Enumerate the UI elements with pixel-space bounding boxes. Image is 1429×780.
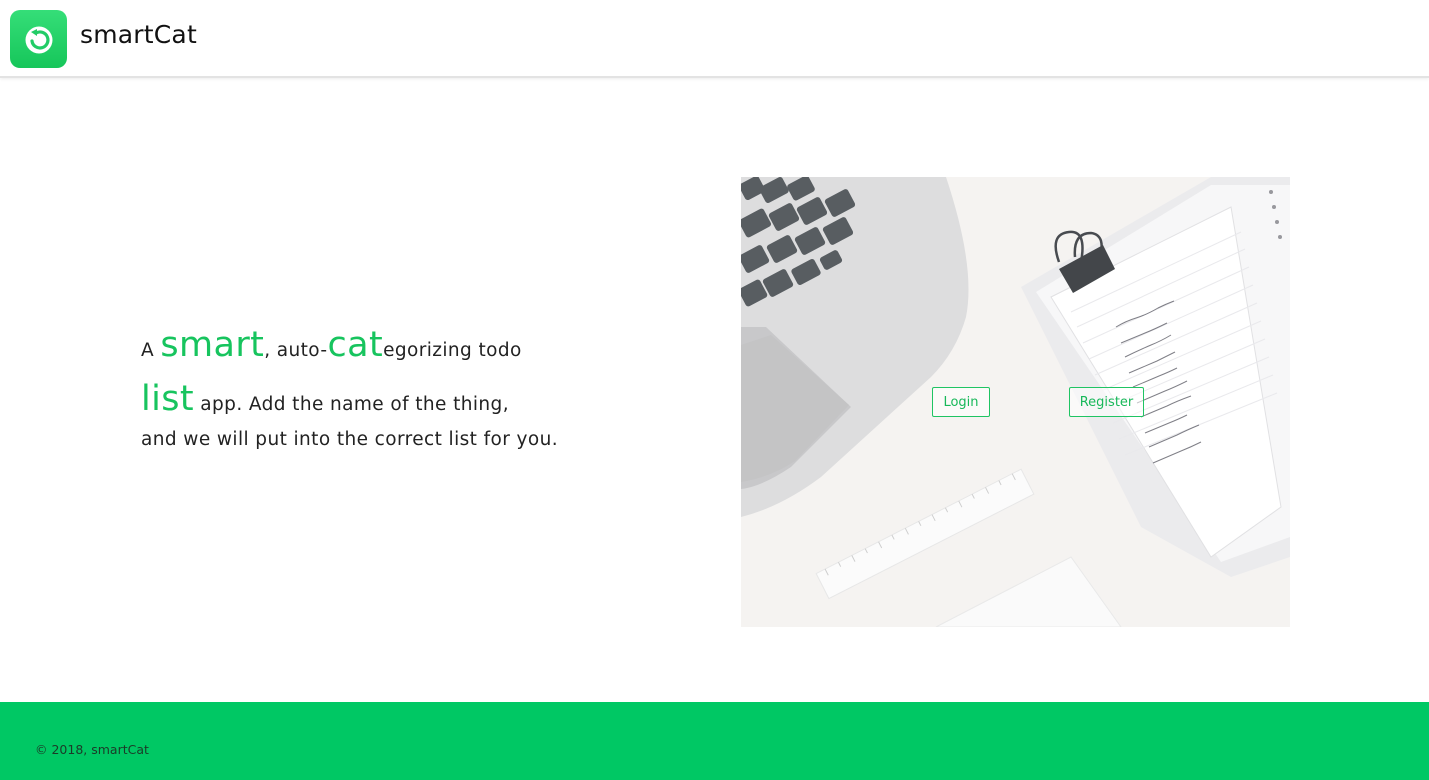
tagline-line-2: list app. Add the name of the thing, <box>141 372 571 426</box>
hero-image: Login Register <box>741 177 1290 627</box>
top-header: smartCat <box>0 0 1429 78</box>
login-button[interactable]: Login <box>932 387 990 417</box>
copyright-text: © 2018, smartCat <box>35 742 149 757</box>
highlight-smart: smart <box>160 325 265 365</box>
tagline-rest: and we will put into the correct list fo… <box>141 429 558 450</box>
register-button[interactable]: Register <box>1069 387 1144 417</box>
tagline-mid-1: , auto- <box>264 340 328 361</box>
tagline-line-1: A smart, auto-categorizing todo <box>141 318 571 372</box>
app-logo[interactable] <box>10 10 67 68</box>
highlight-cat: cat <box>327 325 384 365</box>
highlight-list: list <box>141 379 195 419</box>
desk-photo-illustration <box>741 177 1290 627</box>
refresh-arrow-icon <box>25 26 53 54</box>
tagline: A smart, auto-categorizing todo list app… <box>141 318 571 454</box>
page-footer: © 2018, smartCat <box>0 702 1429 780</box>
tagline-mid-2: egorizing todo <box>383 340 522 361</box>
tagline-mid-3: app. Add the name of the thing, <box>194 394 509 415</box>
brand-name[interactable]: smartCat <box>80 20 197 49</box>
tagline-prefix: A <box>141 340 161 361</box>
